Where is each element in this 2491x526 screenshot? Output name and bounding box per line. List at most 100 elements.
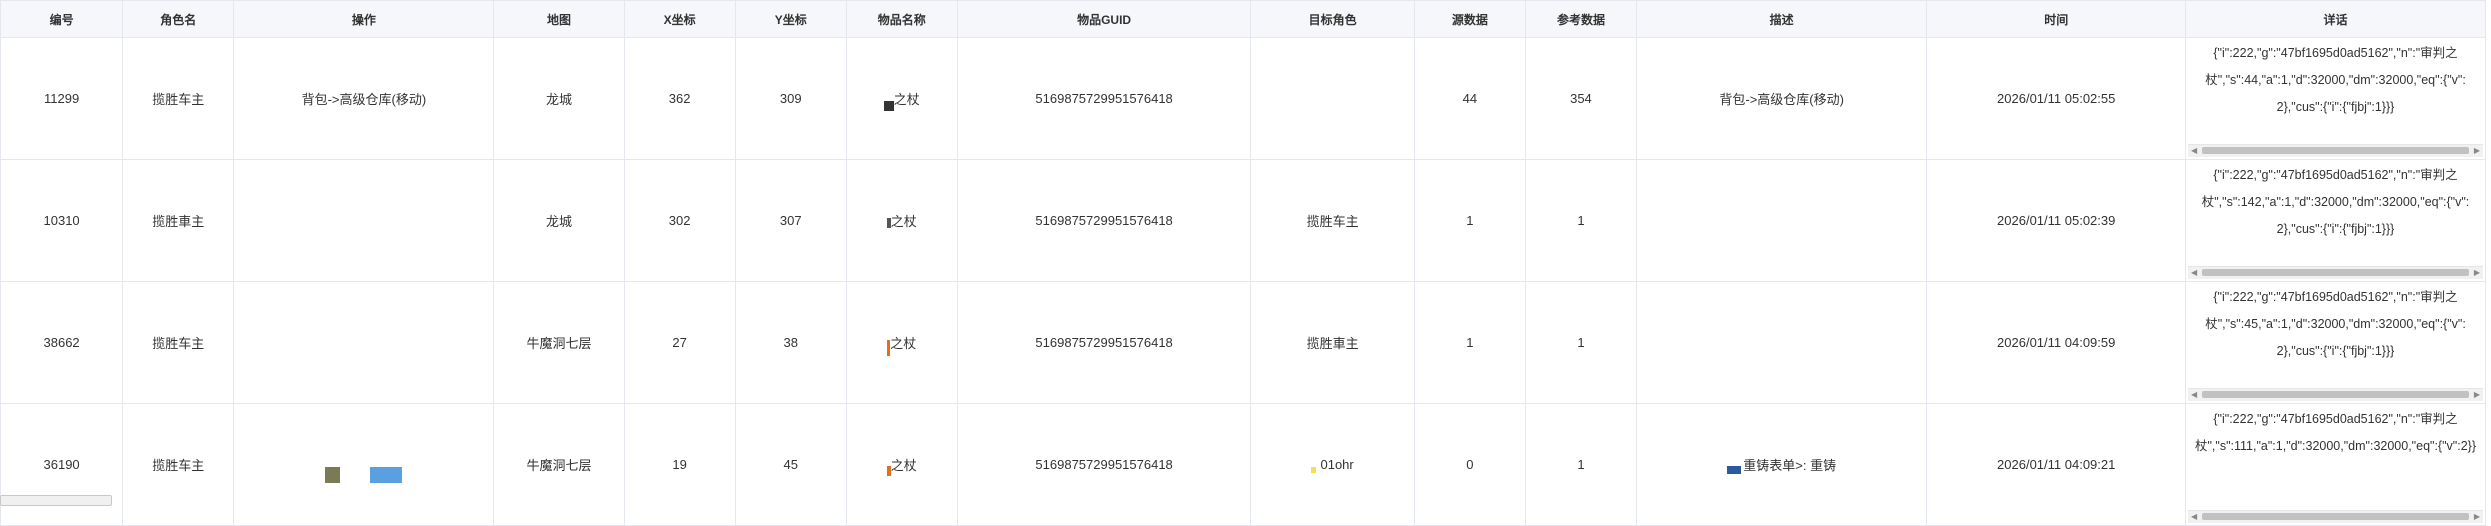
triangle-left-icon[interactable]: ◀ [2188,389,2200,401]
item-name-text: 之杖 [890,214,917,229]
triangle-right-icon[interactable]: ▶ [2471,267,2483,279]
cell-description [1635,159,1928,282]
col-header-role[interactable]: 角色名 [122,0,235,38]
operation-color-swatch [370,466,403,483]
cell-role: 揽胜车主 [122,281,235,404]
cell-role: 揽胜车主 [122,37,235,160]
cell-detail: {"i":222,"g":"47bf1695d0ad5162","n":"审判之… [2185,37,2486,160]
triangle-left-icon[interactable]: ◀ [2188,267,2200,279]
cell-map: 牛魔洞七层 [493,281,625,404]
cell-target [1250,37,1415,160]
horizontal-scrollbar[interactable]: ◀ ▶ [2188,266,2483,279]
cell-item-name: 之杖 [845,37,958,160]
cell-description [1635,281,1928,404]
item-icon [886,465,891,476]
item-name: 之杖 [887,333,917,357]
cell-reference: 1 [1524,281,1637,404]
table-horizontal-scrollbar[interactable] [0,495,112,506]
triangle-left-icon[interactable]: ◀ [2188,145,2200,157]
detail-text: {"i":222,"g":"47bf1695d0ad5162","n":"审判之… [2205,46,2466,114]
cell-description: 背包->高级仓库(移动) [1635,37,1928,160]
cell-target: 揽胜车主 [1250,159,1415,282]
cell-time: 2026/01/11 04:09:21 [1926,403,2187,526]
item-name-text: 之杖 [890,458,917,473]
scrollbar-thumb[interactable] [2202,269,2469,276]
col-header-item-name[interactable]: 物品名称 [845,0,958,38]
horizontal-scrollbar[interactable]: ◀ ▶ [2188,144,2483,157]
scrollbar-thumb[interactable] [2202,147,2469,154]
col-header-time[interactable]: 时间 [1926,0,2187,38]
detail-scroll-area[interactable]: {"i":222,"g":"47bf1695d0ad5162","n":"审判之… [2188,162,2483,279]
detail-text: {"i":222,"g":"47bf1695d0ad5162","n":"审判之… [2205,290,2466,358]
col-header-guid[interactable]: 物品GUID [956,0,1252,38]
cell-time: 2026/01/11 05:02:55 [1926,37,2187,160]
operation-color-swatch [325,466,341,483]
cell-guid: 5169875729951576418 [956,37,1252,160]
horizontal-scrollbar[interactable]: ◀ ▶ [2188,388,2483,401]
cell-target: 01ohr [1250,403,1415,526]
detail-text: {"i":222,"g":"47bf1695d0ad5162","n":"审判之… [2195,412,2477,453]
triangle-left-icon[interactable]: ◀ [2188,511,2200,523]
scrollbar-thumb[interactable] [2202,513,2469,520]
triangle-right-icon[interactable]: ▶ [2471,389,2483,401]
cell-detail: {"i":222,"g":"47bf1695d0ad5162","n":"审判之… [2185,159,2486,282]
cell-source: 1 [1413,281,1526,404]
col-header-y[interactable]: Y坐标 [734,0,847,38]
col-header-x[interactable]: X坐标 [623,0,736,38]
col-header-target[interactable]: 目标角色 [1250,0,1415,38]
detail-scroll-area[interactable]: {"i":222,"g":"47bf1695d0ad5162","n":"审判之… [2188,40,2483,157]
cell-reference: 354 [1524,37,1637,160]
target-color-swatch [1311,466,1317,473]
item-icon [887,340,891,357]
table-row: 38662 揽胜车主 牛魔洞七层 27 38 之杖 51698757299515… [0,281,2486,404]
cell-operation [233,403,495,526]
cell-id: 38662 [0,281,124,404]
item-name: 之杖 [886,211,917,230]
log-table: 编号 角色名 操作 地图 X坐标 Y坐标 物品名称 物品GUID 目标角色 源数… [0,0,2486,526]
cell-y: 309 [734,37,847,160]
cell-time: 2026/01/11 04:09:59 [1926,281,2187,404]
col-header-detail[interactable]: 详话 [2185,0,2486,38]
cell-y: 38 [734,281,847,404]
col-header-id[interactable]: 编号 [0,0,124,38]
triangle-right-icon[interactable]: ▶ [2471,145,2483,157]
scrollbar-thumb[interactable] [2202,391,2469,398]
cell-guid: 5169875729951576418 [956,281,1252,404]
detail-scroll-area[interactable]: {"i":222,"g":"47bf1695d0ad5162","n":"审判之… [2188,284,2483,401]
cell-map: 龙城 [493,37,625,160]
cell-item-name: 之杖 [845,159,958,282]
cell-id: 11299 [0,37,124,160]
cell-target: 揽胜車主 [1250,281,1415,404]
detail-scroll-area[interactable]: {"i":222,"g":"47bf1695d0ad5162","n":"审判之… [2188,406,2483,523]
description-color-swatch [1727,465,1742,474]
cell-source: 0 [1413,403,1526,526]
cell-reference: 1 [1524,159,1637,282]
item-icon [883,100,894,111]
col-header-source[interactable]: 源数据 [1413,0,1526,38]
cell-role: 揽胜車主 [122,159,235,282]
col-header-map[interactable]: 地图 [493,0,625,38]
cell-source: 44 [1413,37,1526,160]
col-header-operation[interactable]: 操作 [233,0,495,38]
triangle-right-icon[interactable]: ▶ [2471,511,2483,523]
cell-x: 27 [623,281,736,404]
target-text: 01ohr [1320,457,1354,472]
item-name: 之杖 [886,455,917,476]
cell-detail: {"i":222,"g":"47bf1695d0ad5162","n":"审判之… [2185,281,2486,404]
col-header-reference[interactable]: 参考数据 [1524,0,1637,38]
cell-description: 重铸表单>: 重铸 [1635,403,1928,526]
item-name-text: 之杖 [893,92,920,107]
cell-detail: {"i":222,"g":"47bf1695d0ad5162","n":"审判之… [2185,403,2486,526]
table-row: 36190 揽胜车主 牛魔洞七层 19 45 之杖 51698757299515… [0,403,2486,526]
cell-source: 1 [1413,159,1526,282]
cell-operation [233,159,495,282]
cell-item-name: 之杖 [845,281,958,404]
cell-reference: 1 [1524,403,1637,526]
col-header-description[interactable]: 描述 [1635,0,1928,38]
cell-y: 45 [734,403,847,526]
cell-item-name: 之杖 [845,403,958,526]
horizontal-scrollbar[interactable]: ◀ ▶ [2188,510,2483,523]
cell-map: 牛魔洞七层 [493,403,625,526]
cell-x: 302 [623,159,736,282]
item-name-text: 之杖 [890,335,917,351]
